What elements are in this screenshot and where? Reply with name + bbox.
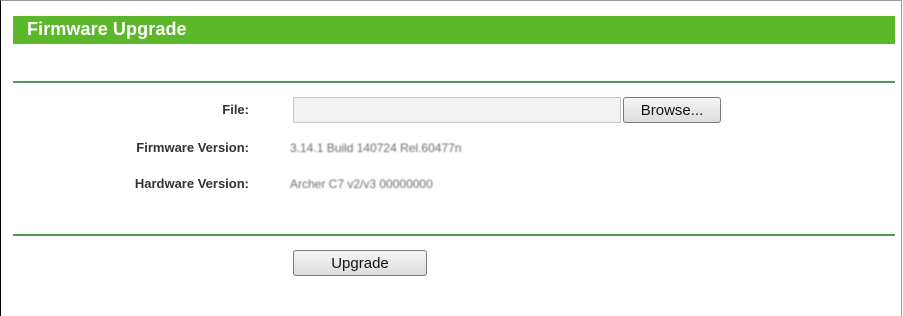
page-title: Firmware Upgrade [27,19,187,39]
firmware-version-label: Firmware Version: [136,140,249,155]
top-divider [13,81,895,83]
browse-button[interactable]: Browse... [623,97,721,123]
firmware-version-value: 3.14.1 Build 140724 Rel.60477n [290,141,462,155]
firmware-upgrade-panel: Firmware Upgrade File: Browse... Firmwar… [0,0,902,316]
upgrade-button[interactable]: Upgrade [293,250,427,276]
file-path-input[interactable] [293,97,621,123]
hardware-version-label: Hardware Version: [134,176,249,191]
title-bar: Firmware Upgrade [13,16,895,44]
file-label: File: [222,102,249,117]
bottom-divider [13,234,895,236]
hardware-version-value: Archer C7 v2/v3 00000000 [290,177,433,191]
